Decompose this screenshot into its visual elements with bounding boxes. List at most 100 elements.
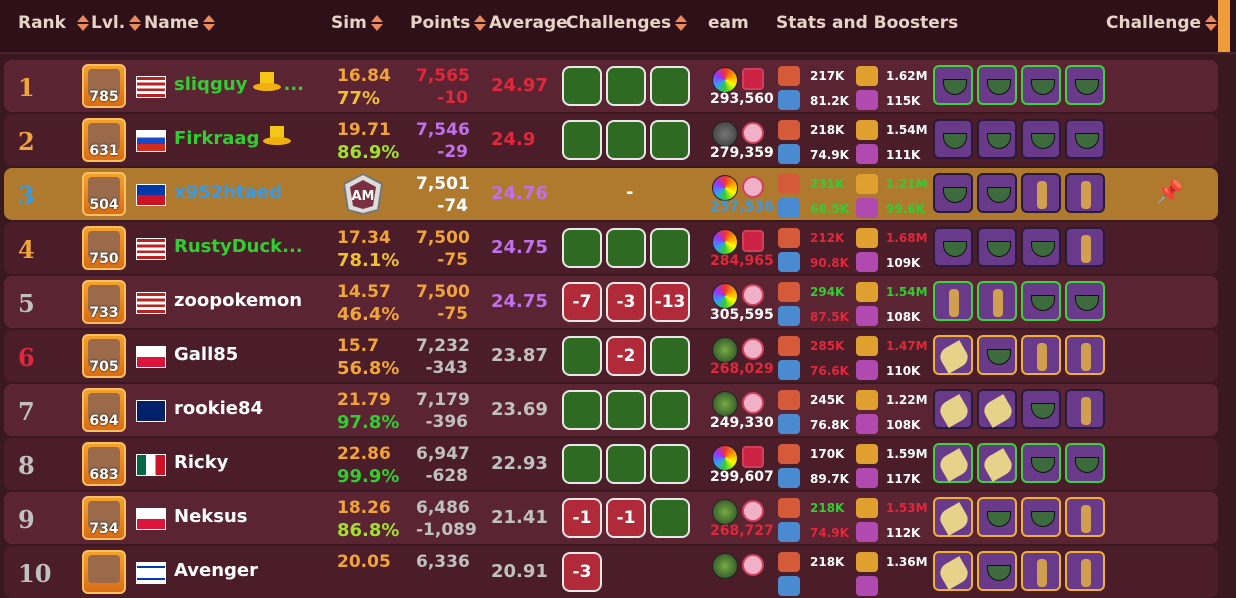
avatar[interactable]: 683 <box>82 442 126 486</box>
booster-bowl-icon[interactable] <box>977 227 1017 267</box>
booster-bowl-icon[interactable] <box>977 551 1017 591</box>
challenge-cell[interactable]: -3 <box>562 552 602 592</box>
challenge-cell[interactable]: -1 <box>562 498 602 538</box>
challenge-cell[interactable] <box>562 444 602 484</box>
column-challenges[interactable]: Challenges <box>566 13 688 33</box>
booster-leaf-icon[interactable] <box>933 389 973 429</box>
column-challenge[interactable]: Challenge <box>1106 13 1218 33</box>
avatar[interactable]: 734 <box>82 496 126 540</box>
booster-bowl-icon[interactable] <box>933 65 973 105</box>
booster-leaf-icon[interactable] <box>977 443 1017 483</box>
booster-gin-icon[interactable] <box>1065 551 1105 591</box>
avatar[interactable]: 631 <box>82 118 126 162</box>
avatar[interactable]: 694 <box>82 388 126 432</box>
booster-leaf-icon[interactable] <box>933 443 973 483</box>
challenge-cell[interactable] <box>562 390 602 430</box>
table-row[interactable]: 10 Avenger 20.05 6,336 20.91 -3 218K 1.36M <box>4 546 1218 598</box>
booster-leaf-icon[interactable] <box>933 497 973 537</box>
player-name[interactable]: Avenger <box>174 560 258 581</box>
booster-bowl-icon[interactable] <box>977 173 1017 213</box>
booster-leaf-icon[interactable] <box>933 551 973 591</box>
challenge-cell[interactable] <box>606 66 646 106</box>
table-row[interactable]: 1 785 sliqguy... 16.84 77% 7,565 -10 24.97 293,5… <box>4 60 1218 112</box>
booster-bowl-icon[interactable] <box>977 65 1017 105</box>
player-name[interactable]: Neksus <box>174 506 248 527</box>
challenge-cell[interactable] <box>650 498 690 538</box>
player-name[interactable]: Gall85 <box>174 344 238 365</box>
booster-bowl-icon[interactable] <box>1021 389 1061 429</box>
challenge-cell[interactable] <box>562 228 602 268</box>
player-name[interactable]: zoopokemon <box>174 290 302 311</box>
player-name[interactable]: Firkraag <box>174 128 259 149</box>
player-name[interactable]: RustyDuck... <box>174 236 303 257</box>
challenge-cell[interactable] <box>650 66 690 106</box>
table-row[interactable]: 2 631 Firkraag 19.71 86.9% 7,546 -29 24.9 279,35… <box>4 114 1218 166</box>
booster-bowl-icon[interactable] <box>1065 119 1105 159</box>
booster-gin-icon[interactable] <box>1065 335 1105 375</box>
avatar[interactable]: 705 <box>82 334 126 378</box>
booster-gin-icon[interactable] <box>1065 389 1105 429</box>
pin-icon[interactable]: 📌 <box>1156 180 1183 205</box>
challenge-cell[interactable] <box>562 66 602 106</box>
column-points[interactable]: Points <box>410 13 487 33</box>
challenge-cell[interactable] <box>606 444 646 484</box>
booster-bowl-icon[interactable] <box>1021 443 1061 483</box>
table-row[interactable]: 7 694 rookie84 21.79 97.8% 7,179 -396 23.69 249,… <box>4 384 1218 436</box>
challenge-cell[interactable] <box>606 120 646 160</box>
booster-gin-icon[interactable] <box>1065 173 1105 213</box>
booster-bowl-icon[interactable] <box>1021 227 1061 267</box>
challenge-cell[interactable] <box>562 336 602 376</box>
booster-gin-icon[interactable] <box>1021 335 1061 375</box>
booster-bowl-icon[interactable] <box>933 173 973 213</box>
table-row[interactable]: 6 705 Gall85 15.7 56.8% 7,232 -343 23.87 -2 268,0… <box>4 330 1218 382</box>
challenge-cell[interactable]: -2 <box>606 336 646 376</box>
challenge-cell[interactable] <box>606 390 646 430</box>
table-row[interactable]: 9 734 Neksus 18.26 86.8% 6,486 -1,089 21.41 -1 -1… <box>4 492 1218 544</box>
booster-bowl-icon[interactable] <box>1065 281 1105 321</box>
booster-bowl-icon[interactable] <box>1021 119 1061 159</box>
challenge-cell[interactable] <box>562 120 602 160</box>
table-row[interactable]: 3 504 x952htaed AM 7,501 -74 24.76 - 257,536 231K… <box>4 168 1218 220</box>
column-rank[interactable]: Rank <box>18 13 66 33</box>
avatar[interactable]: 733 <box>82 280 126 324</box>
avatar[interactable]: 785 <box>82 64 126 108</box>
booster-bowl-icon[interactable] <box>1065 65 1105 105</box>
booster-bowl-icon[interactable] <box>933 227 973 267</box>
challenge-cell[interactable]: -1 <box>606 498 646 538</box>
challenge-cell[interactable]: -7 <box>562 282 602 322</box>
column-sim[interactable]: Sim <box>331 13 383 33</box>
booster-gin-icon[interactable] <box>977 281 1017 321</box>
challenge-cell[interactable]: -3 <box>606 282 646 322</box>
avatar[interactable]: 504 <box>82 172 126 216</box>
booster-leaf-icon[interactable] <box>933 335 973 375</box>
booster-gin-icon[interactable] <box>933 281 973 321</box>
challenge-cell[interactable] <box>650 444 690 484</box>
avatar[interactable] <box>82 550 126 594</box>
column-level[interactable]: Lvl. <box>76 13 142 33</box>
challenge-cell[interactable] <box>650 336 690 376</box>
table-row[interactable]: 5 733 zoopokemon 14.57 46.4% 7,500 -75 24.75 -7-… <box>4 276 1218 328</box>
booster-gin-icon[interactable] <box>1021 551 1061 591</box>
booster-gin-icon[interactable] <box>1021 173 1061 213</box>
challenge-cell[interactable] <box>650 228 690 268</box>
player-name[interactable]: rookie84 <box>174 398 263 419</box>
booster-bowl-icon[interactable] <box>977 119 1017 159</box>
challenge-cell[interactable]: -13 <box>650 282 690 322</box>
column-team[interactable]: eam <box>708 13 749 33</box>
challenge-cell[interactable] <box>650 120 690 160</box>
column-name[interactable]: Name <box>144 13 215 33</box>
booster-bowl-icon[interactable] <box>1021 497 1061 537</box>
column-average[interactable]: Average <box>489 13 568 33</box>
booster-bowl-icon[interactable] <box>933 119 973 159</box>
table-row[interactable]: 8 683 Ricky 22.86 99.9% 6,947 -628 22.93 299,607… <box>4 438 1218 490</box>
player-name[interactable]: x952htaed <box>174 182 282 203</box>
booster-bowl-icon[interactable] <box>1021 281 1061 321</box>
booster-bowl-icon[interactable] <box>977 335 1017 375</box>
player-name[interactable]: Ricky <box>174 452 228 473</box>
booster-gin-icon[interactable] <box>1065 227 1105 267</box>
challenge-cell[interactable] <box>650 390 690 430</box>
challenge-cell[interactable] <box>606 228 646 268</box>
avatar[interactable]: 750 <box>82 226 126 270</box>
booster-leaf-icon[interactable] <box>977 389 1017 429</box>
table-row[interactable]: 4 750 RustyDuck... 17.34 78.1% 7,500 -75 24.75 2… <box>4 222 1218 274</box>
